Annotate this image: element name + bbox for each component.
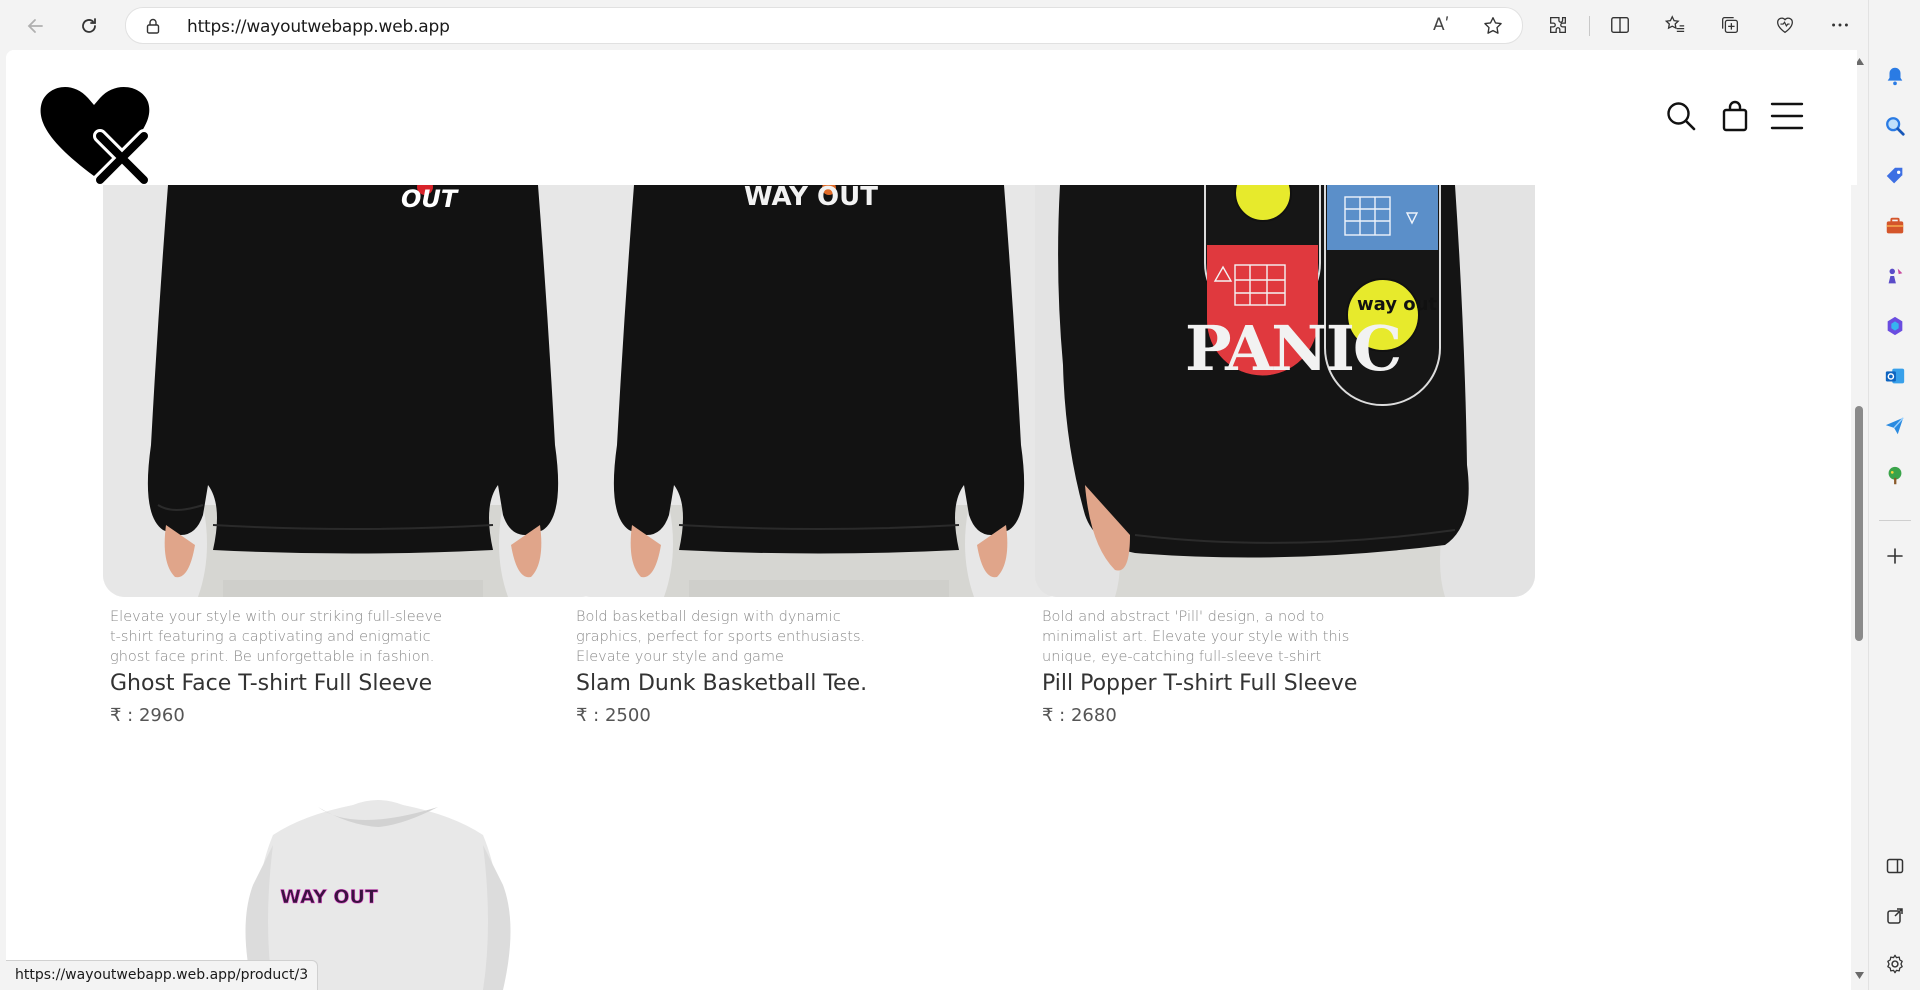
hamburger-menu-icon[interactable] [1769, 98, 1805, 134]
product-image[interactable]: OUT [103, 185, 603, 597]
pill-popper-sweater-image: way out PANIC [1035, 185, 1535, 597]
sidebar-divider [1879, 520, 1911, 521]
read-aloud-icon[interactable]: Aʹ [1433, 15, 1449, 35]
product-name[interactable]: Pill Popper T-shirt Full Sleeve [1042, 671, 1357, 696]
browser-toolbar: https://wayoutwebapp.web.app Aʹ [0, 0, 1920, 50]
scroll-down-arrow-icon [1855, 972, 1864, 979]
collections-icon[interactable] [1717, 12, 1743, 38]
product-description: Bold and abstract 'Pill' design, a nod t… [1042, 609, 1350, 665]
refresh-icon [82, 18, 96, 33]
product-image[interactable]: way out PANIC [1035, 185, 1535, 597]
external-link-icon[interactable] [1881, 902, 1909, 930]
slam-dunk-sweater-image: WAY OUT [569, 185, 1069, 597]
send-drop-icon[interactable] [1881, 412, 1909, 440]
brand-logo[interactable] [38, 80, 154, 187]
microsoft-365-icon[interactable] [1881, 312, 1909, 340]
edge-sidebar [1868, 0, 1920, 990]
product-price: ₹ : 2500 [576, 705, 651, 726]
lock-icon[interactable] [146, 18, 160, 39]
page-scrollbar[interactable] [1851, 50, 1868, 990]
link-status-tooltip: https://wayoutwebapp.web.app/product/3 [6, 960, 319, 990]
product-description: Bold basketball design with dynamic grap… [576, 609, 866, 665]
tree-game-icon[interactable] [1881, 462, 1909, 490]
back-button[interactable] [20, 10, 52, 42]
toolbar-divider [1589, 16, 1590, 36]
heart-x-logo-icon [40, 86, 151, 187]
product-description: Elevate your style with our striking ful… [110, 609, 443, 665]
svg-text:WAY OUT: WAY OUT [744, 185, 878, 212]
tools-briefcase-icon[interactable] [1881, 212, 1909, 240]
product-name[interactable]: Ghost Face T-shirt Full Sleeve [110, 671, 432, 696]
svg-text:OUT: OUT [401, 185, 459, 213]
svg-text:WAY OUT: WAY OUT [280, 886, 378, 908]
product-name[interactable]: Slam Dunk Basketball Tee. [576, 671, 867, 696]
shopping-bag-icon[interactable] [1717, 98, 1753, 134]
browser-essentials-icon[interactable] [1772, 12, 1798, 38]
page-viewport: OUT Elevate your style with our striking… [6, 50, 1857, 990]
split-screen-icon[interactable] [1607, 12, 1633, 38]
shopping-tag-icon[interactable] [1881, 162, 1909, 190]
add-sidebar-app-icon[interactable] [1881, 542, 1909, 570]
svg-text:PANIC: PANIC [1185, 312, 1400, 385]
refresh-button[interactable] [73, 10, 105, 42]
address-bar[interactable]: https://wayoutwebapp.web.app Aʹ [125, 7, 1523, 44]
favorite-star-icon[interactable] [1482, 15, 1504, 42]
sidebar-search-icon[interactable] [1881, 112, 1909, 140]
ghost-face-sweater-image: OUT [103, 185, 603, 597]
games-chess-icon[interactable] [1881, 262, 1909, 290]
product-image[interactable]: WAY OUT [569, 185, 1069, 597]
product-price: ₹ : 2680 [1042, 705, 1117, 726]
settings-gear-icon[interactable] [1881, 950, 1909, 978]
extensions-icon[interactable] [1545, 12, 1571, 38]
notifications-bell-icon[interactable] [1881, 62, 1909, 90]
back-arrow-icon [27, 19, 43, 33]
scroll-thumb[interactable] [1855, 406, 1863, 641]
outlook-icon[interactable] [1881, 362, 1909, 390]
hide-sidebar-icon[interactable] [1881, 852, 1909, 880]
more-options-icon[interactable] [1827, 12, 1853, 38]
site-header [6, 50, 1857, 187]
product-price: ₹ : 2960 [110, 705, 185, 726]
search-icon[interactable] [1663, 98, 1699, 134]
favorites-list-icon[interactable] [1662, 12, 1688, 38]
address-url[interactable]: https://wayoutwebapp.web.app [187, 17, 450, 37]
